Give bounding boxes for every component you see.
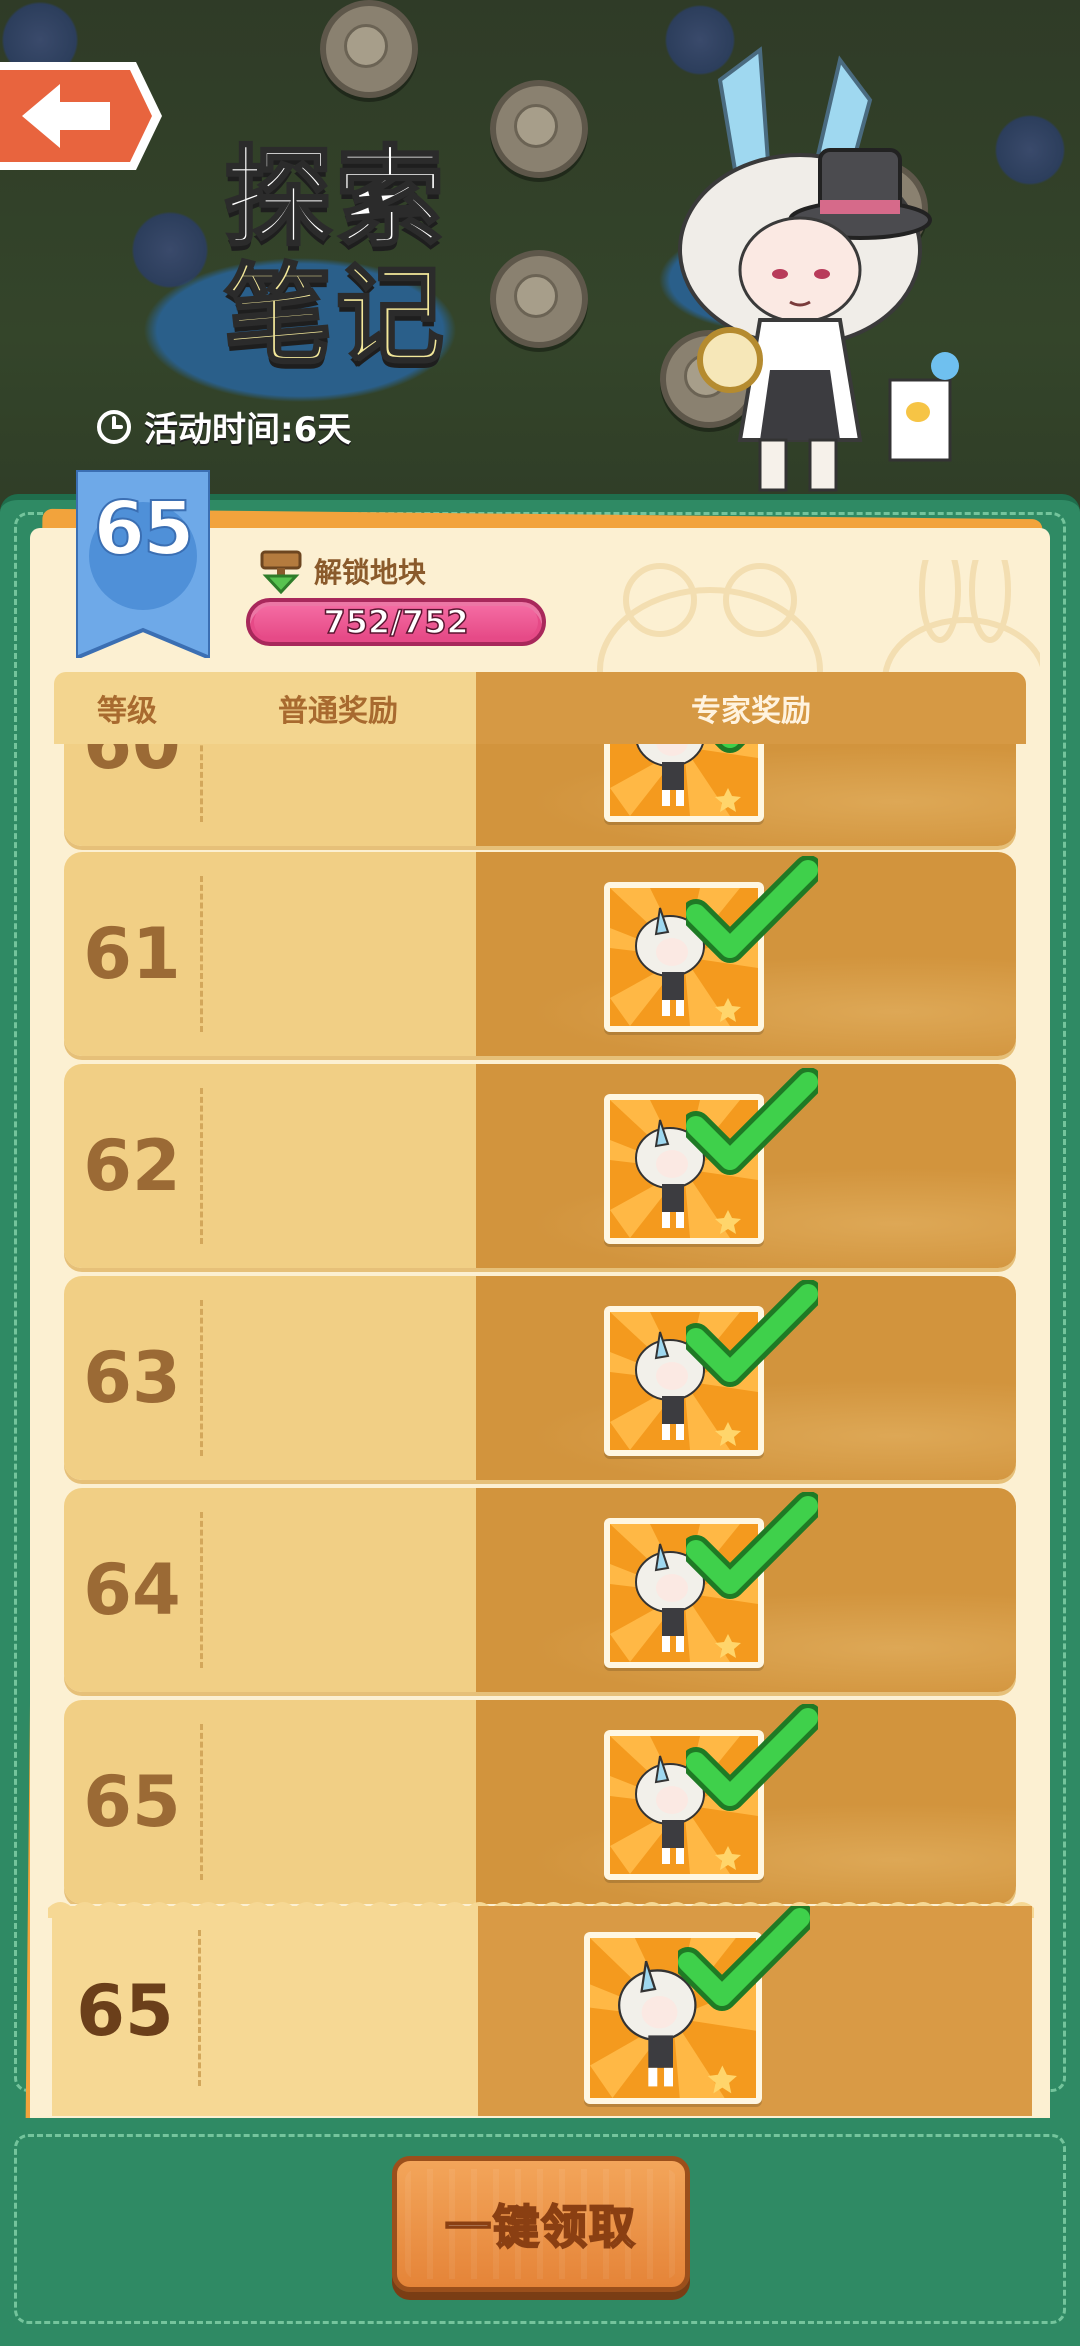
header-level: 等级	[54, 672, 200, 744]
pinned-current-row: 65	[52, 1906, 1032, 2116]
check-icon	[714, 744, 746, 753]
expert-reward-cell	[476, 744, 1016, 846]
back-arrow-icon	[0, 62, 162, 170]
clock-icon	[97, 409, 131, 444]
back-button[interactable]	[0, 56, 166, 176]
page-title: 探索 笔记	[222, 136, 449, 379]
header-expert-reward: 专家奖励	[476, 672, 1026, 744]
row-level: 64	[64, 1488, 200, 1692]
normal-reward-cell	[200, 1700, 476, 1904]
expert-reward-cell	[476, 1488, 1016, 1692]
pocket-watch-decoration	[320, 0, 418, 98]
row-level: 65	[52, 1906, 198, 2116]
check-icon	[686, 1068, 818, 1175]
normal-reward-cell	[200, 1064, 476, 1268]
column-divider	[200, 1300, 203, 1456]
table-header: 等级 普通奖励 专家奖励	[54, 672, 1026, 744]
table-row: 60	[64, 744, 1016, 846]
table-row: 61	[64, 852, 1016, 1056]
row-level: 60	[64, 744, 200, 846]
unlock-label: 解锁地块	[314, 556, 427, 589]
normal-reward-cell	[200, 852, 476, 1056]
bear-bunny-watermark	[597, 560, 1040, 690]
unlock-info: 解锁地块	[258, 548, 426, 594]
table-row: 64	[64, 1488, 1016, 1692]
row-level: 63	[64, 1276, 200, 1480]
title-line-2: 笔记	[222, 254, 449, 379]
table-row: 63	[64, 1276, 1016, 1480]
column-divider	[198, 1930, 201, 2086]
event-time-label: 活动时间:6天	[144, 410, 352, 450]
title-line-1: 探索	[222, 136, 449, 261]
normal-reward-cell	[200, 1488, 476, 1692]
expert-reward-cell	[478, 1906, 1032, 2116]
column-divider	[200, 1088, 203, 1244]
row-level: 61	[64, 852, 200, 1056]
column-divider	[200, 1512, 203, 1668]
progress-text: 752/752	[323, 602, 470, 642]
rabbit-character-illustration	[678, 46, 959, 492]
check-icon	[678, 1906, 810, 2011]
check-icon	[686, 856, 818, 963]
current-level: 65	[93, 485, 196, 573]
expert-reward-cell	[476, 852, 1016, 1056]
column-divider	[200, 876, 203, 1032]
pocket-watch-decoration	[490, 80, 588, 178]
signpost-download-icon	[260, 550, 302, 594]
check-icon	[686, 1704, 818, 1811]
row-level: 65	[64, 1700, 200, 1904]
event-time: 活动时间:6天	[96, 402, 351, 451]
normal-reward-cell	[198, 1906, 478, 2116]
expert-reward-cell	[476, 1064, 1016, 1268]
check-icon	[686, 1280, 818, 1387]
row-level: 62	[64, 1064, 200, 1268]
claim-all-button[interactable]: 一键领取	[392, 2156, 690, 2292]
table-row: 65	[64, 1700, 1016, 1904]
expert-reward-cell	[476, 1700, 1016, 1904]
check-icon	[686, 1492, 818, 1599]
normal-reward-cell	[200, 744, 476, 846]
header-normal-reward: 普通奖励	[200, 672, 476, 744]
column-divider	[200, 744, 203, 822]
normal-reward-cell	[200, 1276, 476, 1480]
pocket-watch-decoration	[490, 250, 588, 348]
unlock-progress-bar: 752/752	[246, 598, 546, 646]
claim-all-label: 一键领取	[444, 2199, 637, 2255]
table-row: 62	[64, 1064, 1016, 1268]
reward-list[interactable]: 60 61 62 63 64 65	[60, 744, 1020, 1904]
column-divider	[200, 1724, 203, 1880]
expert-reward-cell	[476, 1276, 1016, 1480]
